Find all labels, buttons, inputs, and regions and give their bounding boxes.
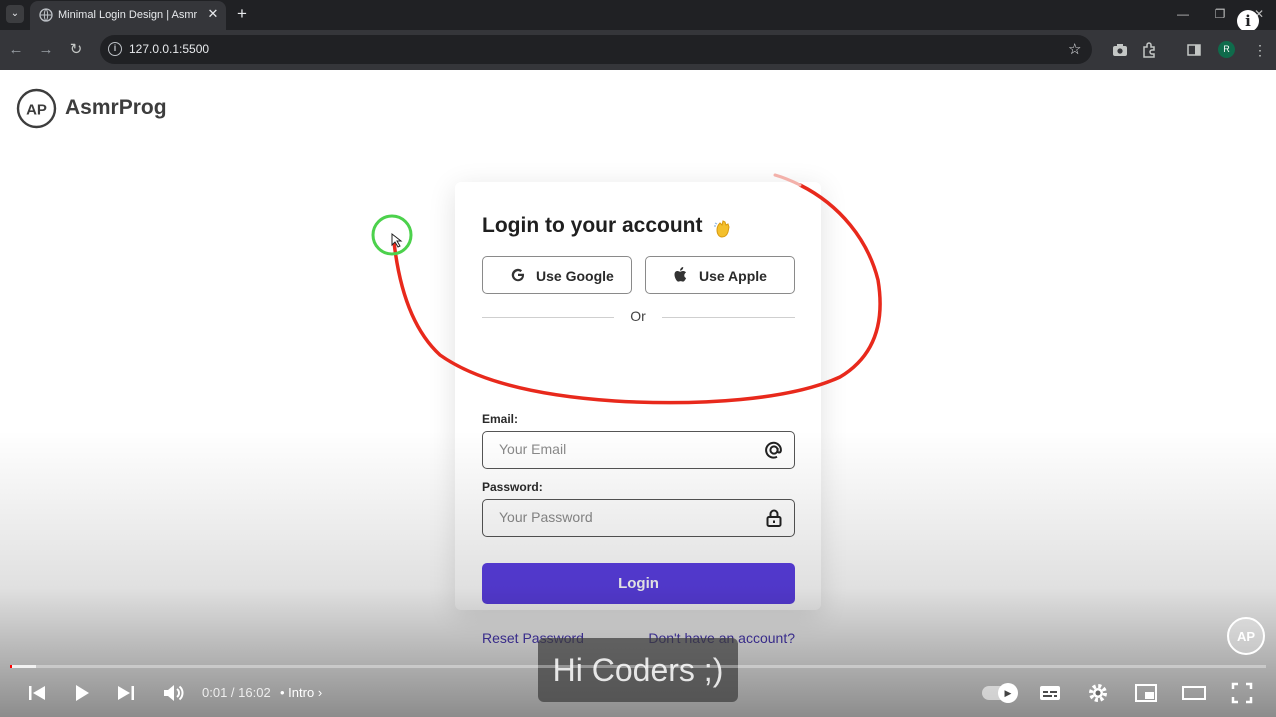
divider-line-right: [662, 317, 795, 318]
forward-arrow-icon[interactable]: →: [36, 40, 56, 60]
bookmark-star-icon[interactable]: ☆: [1068, 40, 1081, 58]
apple-icon: [674, 267, 687, 282]
tab-search-icon[interactable]: ⌄: [6, 5, 24, 23]
autoplay-toggle[interactable]: ▶: [982, 683, 1018, 703]
fullscreen-icon[interactable]: [1229, 680, 1255, 706]
previous-icon[interactable]: [24, 680, 50, 706]
email-field[interactable]: [482, 431, 795, 469]
video-caption: Hi Coders ;): [538, 638, 738, 702]
camera-icon[interactable]: [1110, 40, 1130, 60]
chapter-label: • Intro: [280, 685, 315, 700]
volume-icon[interactable]: [160, 680, 186, 706]
browser-toolbar: ← → ↻ i 127.0.0.1:5500 ☆ R ⋮: [0, 30, 1276, 70]
progress-bar[interactable]: [10, 665, 1266, 668]
watermark-text: AP: [1237, 629, 1255, 644]
extensions-icon[interactable]: [1140, 40, 1160, 60]
autoplay-play-icon: ▶: [998, 683, 1018, 703]
menu-dots-icon[interactable]: ⋮: [1250, 40, 1270, 60]
password-field[interactable]: [482, 499, 795, 537]
lock-icon: [766, 509, 782, 527]
password-input[interactable]: [499, 509, 749, 525]
google-button-label: Use Google: [536, 268, 614, 284]
login-title: Login to your account: [482, 214, 703, 237]
or-divider: Or: [630, 308, 646, 324]
email-input[interactable]: [499, 441, 749, 457]
theater-mode-icon[interactable]: [1181, 680, 1207, 706]
chapter-link[interactable]: • Intro ›: [280, 685, 322, 700]
tab-title: Minimal Login Design | AsmrProg: [58, 9, 198, 21]
chevron-right-icon: ›: [317, 685, 323, 700]
channel-watermark[interactable]: AP: [1226, 616, 1266, 656]
login-card: Login to your account Use Google Use App…: [455, 182, 821, 646]
minimize-icon[interactable]: —: [1172, 4, 1194, 24]
google-icon: [511, 268, 525, 282]
apple-signin-button[interactable]: Use Apple: [645, 256, 795, 294]
settings-gear-icon[interactable]: [1085, 680, 1111, 706]
web-page: AP AsmrProg Login to your account Use Go…: [0, 70, 1276, 717]
brand-logo-text: AP: [26, 102, 47, 119]
waving-hand-icon: [714, 220, 730, 238]
brand-name[interactable]: AsmrProg: [65, 96, 167, 120]
side-panel-icon[interactable]: [1184, 40, 1204, 60]
at-sign-icon: [765, 441, 782, 459]
tab-close-icon[interactable]: ✕: [205, 6, 221, 22]
next-icon[interactable]: [113, 680, 139, 706]
new-tab-button[interactable]: +: [233, 5, 251, 23]
brand-logo[interactable]: AP: [16, 88, 57, 129]
progress-buffered: [10, 665, 36, 668]
browser-tab[interactable]: Minimal Login Design | AsmrProg ✕: [30, 1, 226, 30]
address-bar[interactable]: i 127.0.0.1:5500 ☆: [100, 35, 1092, 64]
play-icon[interactable]: [69, 680, 95, 706]
restore-icon[interactable]: ❐: [1209, 4, 1231, 24]
login-button[interactable]: Login: [482, 563, 795, 604]
miniplayer-icon[interactable]: [1133, 680, 1159, 706]
google-signin-button[interactable]: Use Google: [482, 256, 632, 294]
globe-icon: [39, 8, 53, 22]
reload-icon[interactable]: ↻: [66, 40, 86, 60]
browser-tab-bar: ⌄ Minimal Login Design | AsmrProg ✕ + — …: [0, 0, 1276, 30]
playback-time: 0:01 / 16:02: [202, 685, 271, 700]
subtitles-icon[interactable]: [1037, 680, 1063, 706]
progress-played: [10, 665, 12, 668]
info-badge-icon[interactable]: i: [1237, 10, 1259, 32]
email-label: Email:: [482, 412, 519, 426]
back-arrow-icon[interactable]: ←: [6, 40, 26, 60]
profile-avatar[interactable]: R: [1218, 41, 1235, 58]
password-label: Password:: [482, 480, 543, 494]
address-url[interactable]: 127.0.0.1:5500: [129, 42, 209, 56]
site-info-icon[interactable]: i: [108, 42, 122, 56]
apple-button-label: Use Apple: [699, 268, 767, 284]
